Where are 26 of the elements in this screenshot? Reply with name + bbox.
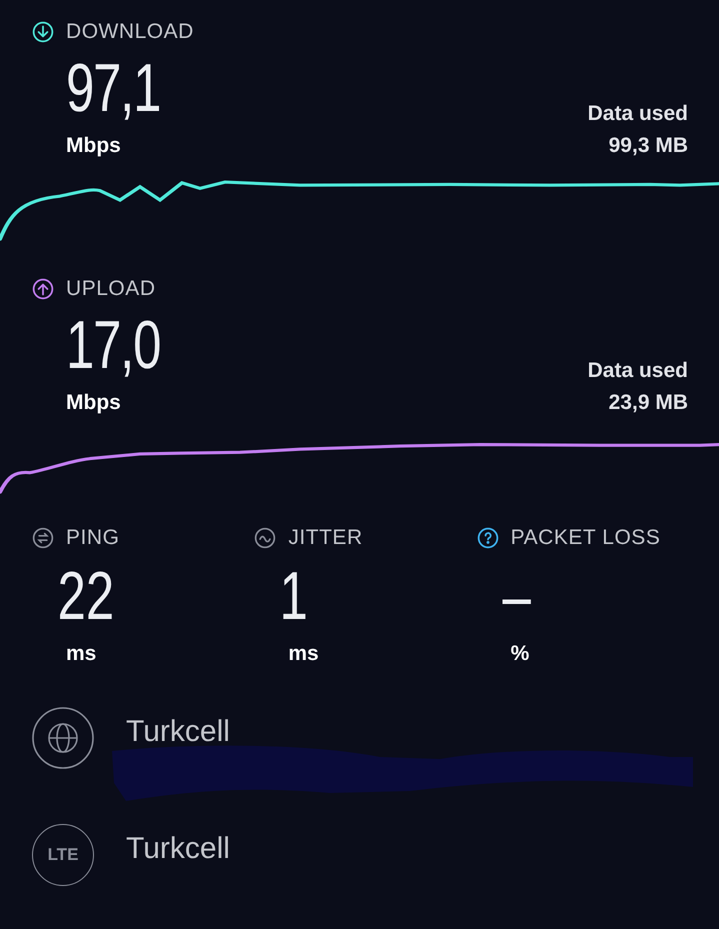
provider-name: Turkcell — [126, 830, 230, 866]
data-used-value: 99,3 MB — [608, 132, 688, 158]
speed-value: 17,0 — [66, 306, 160, 384]
data-used-label: Data used — [588, 358, 688, 384]
wave-icon — [254, 526, 276, 549]
ping-icon — [32, 526, 54, 549]
speed-value: 97,1 — [66, 48, 160, 128]
metric-value: – — [501, 556, 532, 636]
provider-name: Turkcell — [126, 714, 230, 750]
metric-label: JITTER — [288, 525, 363, 551]
data-used-label: Data used — [588, 101, 688, 127]
metric-label: PACKET LOSS — [510, 525, 660, 551]
section-label: UPLOAD — [66, 276, 156, 302]
metric-unit: ms — [65, 640, 98, 666]
help-icon[interactable] — [476, 526, 499, 549]
speed-unit: Mbps — [66, 390, 122, 416]
speed-unit: Mbps — [66, 132, 122, 158]
metric-unit: ms — [287, 640, 320, 666]
metric-value: 22 — [56, 556, 116, 636]
section-label: DOWNLOAD — [66, 19, 194, 45]
metric-label: PING — [66, 525, 120, 551]
data-used-value: 23,9 MB — [608, 390, 688, 416]
metric-unit: % — [510, 640, 530, 666]
globe-icon — [32, 707, 94, 769]
network-type-badge: LTE — [32, 824, 94, 886]
metric-value: 1 — [278, 556, 310, 636]
